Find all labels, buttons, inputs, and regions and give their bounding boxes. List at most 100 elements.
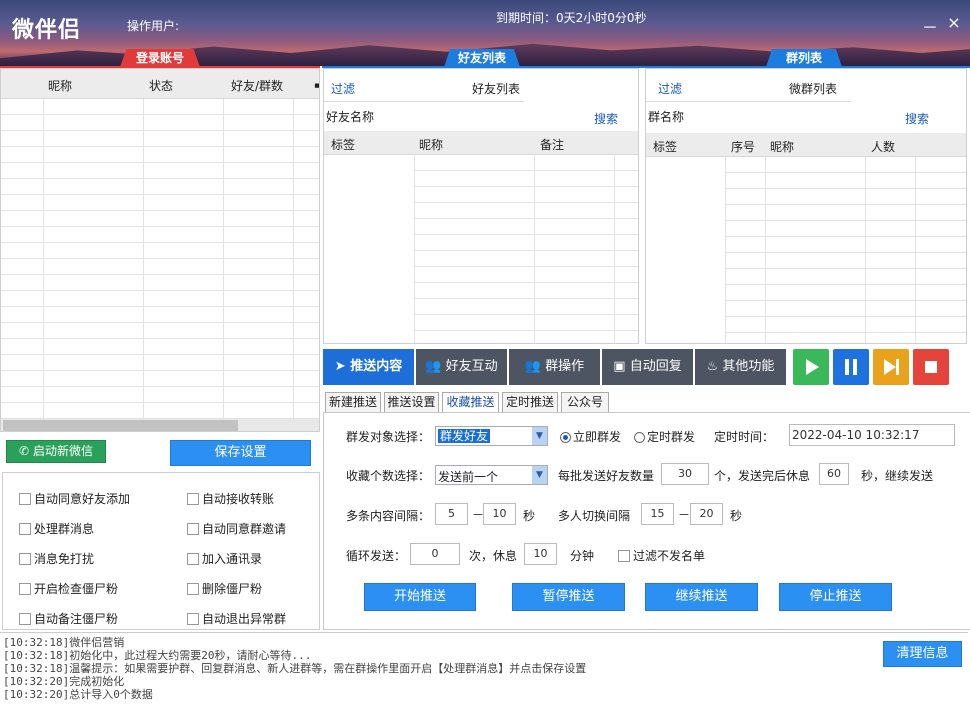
- send-icon: ➤: [334, 359, 346, 374]
- checkbox-box[interactable]: [19, 493, 31, 505]
- friend-filter-link[interactable]: 过滤: [331, 80, 355, 97]
- option-checkbox[interactable]: 消息免打扰: [19, 550, 94, 567]
- other-functions-label: 其他功能: [722, 359, 775, 374]
- option-checkbox[interactable]: 自动接收转账: [187, 490, 274, 507]
- count-select[interactable]: 发送前一个 ▼: [435, 465, 548, 485]
- play-button[interactable]: [793, 349, 829, 385]
- checkbox-box[interactable]: [19, 523, 31, 535]
- stop-icon: [925, 361, 937, 373]
- option-checkbox[interactable]: 开启检查僵尸粉: [19, 580, 118, 597]
- target-label: 群发对象选择：: [346, 430, 431, 444]
- option-label: 自动退出异常群: [202, 612, 287, 626]
- filter-blacklist-checkbox[interactable]: 过滤不发名单: [618, 547, 705, 564]
- skip-button[interactable]: [873, 349, 909, 385]
- friend-search-link[interactable]: 搜索: [594, 110, 618, 127]
- option-checkbox[interactable]: 处理群消息: [19, 520, 94, 537]
- group-col-index: 序号: [731, 140, 756, 154]
- h-scrollbar[interactable]: [1, 419, 319, 431]
- close-button[interactable]: ×: [944, 13, 964, 32]
- group-grid-header: 标签 序号 昵称 人数: [646, 133, 966, 157]
- resume-push-button[interactable]: 继续推送: [645, 583, 758, 611]
- subtab-favorite-push[interactable]: 收藏推送: [442, 392, 499, 413]
- option-checkbox[interactable]: 自动退出异常群: [187, 610, 286, 627]
- friend-interact-tab[interactable]: 👥 好友互动: [416, 349, 507, 385]
- sub-tab-bar: 新建推送 推送设置 收藏推送 定时推送 公众号: [325, 392, 970, 413]
- group-search-link[interactable]: 搜索: [905, 110, 929, 127]
- checkbox-box[interactable]: [187, 493, 199, 505]
- interval-sec-label: 秒: [523, 509, 536, 523]
- switch-to-input[interactable]: 20: [690, 503, 723, 525]
- timed-time-input[interactable]: 2022-04-10 10:32:17: [789, 424, 955, 446]
- loop-count-input[interactable]: 0: [410, 543, 460, 565]
- log-panel[interactable]: [10:32:18]微伴侣营销 [10:32:18]初始化中，此过程大约需要20…: [0, 632, 968, 727]
- users-icon: 👥: [425, 359, 442, 374]
- group-icon: 👥: [524, 359, 542, 374]
- interval-from-input[interactable]: 5: [435, 503, 468, 525]
- group-filter-link[interactable]: 过滤: [658, 80, 682, 97]
- switch-from-input[interactable]: 15: [641, 503, 674, 525]
- batch-size-input[interactable]: 30: [661, 463, 709, 485]
- option-checkbox[interactable]: 删除僵尸粉: [187, 580, 262, 597]
- option-checkbox[interactable]: 自动同意群邀请: [187, 520, 286, 537]
- friend-name-label: 好友名称: [326, 110, 375, 124]
- friend-list-tab: 好友列表: [444, 49, 520, 67]
- pause-button[interactable]: [833, 349, 869, 385]
- stop-push-button[interactable]: 停止推送: [779, 583, 892, 611]
- loop-label: 循环发送：: [346, 549, 407, 563]
- checkbox-box[interactable]: [187, 613, 199, 625]
- divider: [646, 101, 851, 102]
- loop-rest-input[interactable]: 10: [524, 543, 557, 565]
- start-new-wechat-button[interactable]: ✆ 启动新微信: [6, 440, 106, 463]
- h-scrollbar-thumb[interactable]: [3, 420, 238, 431]
- auto-reply-label: 自动回复: [629, 359, 682, 374]
- start-push-button[interactable]: 开始推送: [364, 583, 476, 611]
- checkbox-box[interactable]: [187, 583, 199, 595]
- auto-reply-tab[interactable]: ▣ 自动回复: [602, 349, 693, 385]
- checkbox-box[interactable]: [19, 583, 31, 595]
- subtab-new-push[interactable]: 新建推送: [325, 392, 381, 412]
- save-settings-button[interactable]: 保存设置: [170, 440, 311, 466]
- clear-log-button[interactable]: 清理信息: [883, 641, 962, 667]
- interval-to-input[interactable]: 10: [483, 503, 516, 525]
- option-checkbox[interactable]: 加入通讯录: [187, 550, 262, 567]
- col-friend-group-count: 好友/群数: [231, 79, 284, 93]
- rest-seconds-input[interactable]: 60: [819, 463, 849, 485]
- send-now-radio[interactable]: 立即群发: [560, 428, 621, 445]
- timed-send-radio[interactable]: 定时群发: [634, 428, 695, 445]
- group-col-members: 人数: [871, 140, 896, 154]
- checkbox-box[interactable]: [187, 523, 199, 535]
- timed-time-label: 定时时间：: [714, 430, 775, 444]
- switch-dash: －: [678, 508, 691, 522]
- log-line: [10:32:18]温馨提示：如果需要护群、回复群消息、新人进群等，需在群操作里…: [3, 662, 587, 675]
- friend-rows[interactable]: [414, 155, 638, 343]
- checkbox-box[interactable]: [19, 553, 31, 565]
- log-line: [10:32:18]微伴侣营销: [3, 636, 125, 649]
- other-functions-tab[interactable]: ♨ 其他功能: [695, 349, 786, 385]
- send-now-label: 立即群发: [573, 430, 622, 444]
- loop-unit-label: 次，休息: [469, 549, 518, 563]
- subtab-official-account[interactable]: 公众号: [561, 392, 609, 412]
- checkbox-box[interactable]: [19, 613, 31, 625]
- pause-push-button[interactable]: 暂停推送: [512, 583, 625, 611]
- app-name: 微伴侣: [12, 18, 82, 43]
- skip-icon: [884, 359, 899, 375]
- start-new-wechat-label: 启动新微信: [32, 444, 93, 458]
- checkbox-box[interactable]: [187, 553, 199, 565]
- target-select[interactable]: 群发好友 ▼: [435, 426, 548, 446]
- count-select-value: 发送前一个: [438, 470, 499, 484]
- push-content-tab[interactable]: ➤ 推送内容: [323, 349, 414, 385]
- subtab-push-settings[interactable]: 推送设置: [384, 392, 439, 412]
- minimize-button[interactable]: －: [920, 14, 940, 38]
- friend-panel: 过滤 好友列表 好友名称 搜索 标签 昵称 备注: [323, 68, 639, 344]
- group-rows[interactable]: [725, 157, 966, 343]
- log-text: [10:32:18]微伴侣营销 [10:32:18]初始化中，此过程大约需要20…: [3, 636, 863, 701]
- stop-button[interactable]: [913, 349, 949, 385]
- option-checkbox[interactable]: 自动同意好友添加: [19, 490, 130, 507]
- wechat-icon: ✆: [19, 444, 30, 458]
- group-operation-tab[interactable]: 👥 群操作: [509, 349, 600, 385]
- option-checkbox[interactable]: 自动备注僵尸粉: [19, 610, 118, 627]
- filter-blacklist-label: 过滤不发名单: [633, 549, 706, 563]
- subtab-timed-push[interactable]: 定时推送: [502, 392, 558, 412]
- account-grid[interactable]: 昵称 状态 好友/群数 ￭: [0, 68, 320, 432]
- friend-col-tag: 标签: [331, 138, 356, 152]
